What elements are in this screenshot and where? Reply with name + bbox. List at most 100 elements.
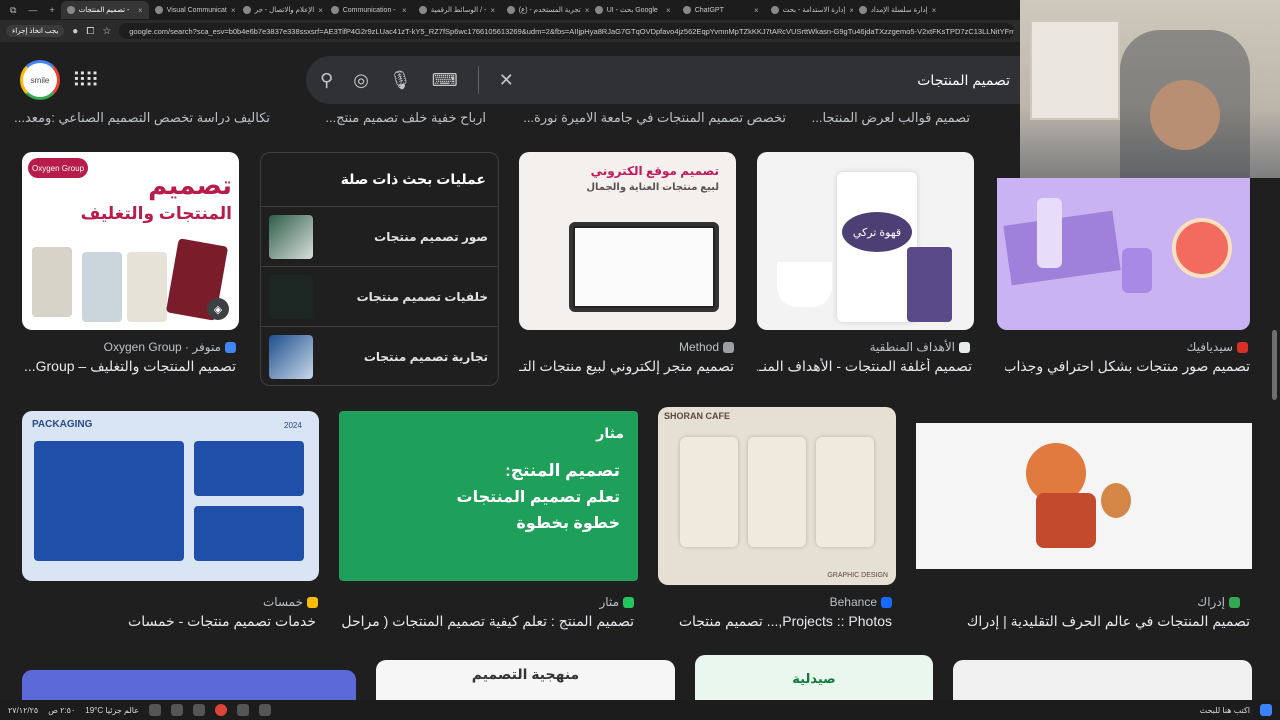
favicon-icon [594,6,603,14]
result-title[interactable]: تصميم أغلفة المنتجات - الأهداف المنـ... [757,358,972,375]
tab[interactable]: تجربة المستخدم - (ع) × [501,1,589,19]
tab-label: تصميم المنتجات - [78,7,130,14]
package-mockup [194,441,304,496]
app-icon[interactable] [149,704,162,716]
search-input[interactable]: تصميم المنتجات [917,72,1010,89]
related-item[interactable]: تجارية تصميم منتجات [261,327,498,387]
keyboard-icon[interactable]: ⌨ [432,70,458,91]
scrollbar[interactable] [1272,330,1277,400]
chrome-icon[interactable] [215,704,228,716]
image-result-oxygen[interactable]: Oxygen Group تصميم المنتجات والتغليف ◈ [22,152,239,330]
window-menu-icon[interactable]: ⧉ [4,5,22,16]
image-result-partial[interactable]: منهجية التصميم [376,660,675,700]
lens-icon[interactable]: ◎ [353,70,369,91]
result-source[interactable]: Method [679,340,734,354]
app-icon[interactable] [259,704,272,716]
minimize-icon[interactable]: — [22,5,43,15]
result-source[interactable]: Behance [830,595,892,609]
close-icon[interactable]: × [932,6,937,15]
thumb-subtitle: خطوة بخطوة [516,515,620,532]
result-title[interactable]: Projects :: Photos,... تصميم منتجات [656,613,892,630]
tab[interactable]: الوسائط الرقمية / - × [413,1,501,19]
avatar[interactable]: smile [20,60,60,100]
result-title[interactable]: تصميم المنتج : تعلم كيفية تصميم المنتجات… [339,613,634,630]
result-title[interactable]: تصميم متجر إلكتروني لبيع منتجات التـ... [519,358,734,375]
close-icon[interactable]: × [318,6,323,15]
result-source[interactable]: إدراك [1197,595,1240,609]
app-icon[interactable] [171,704,184,716]
tab[interactable]: Visual Communicat × [149,1,237,19]
search-box[interactable]: تصميم المنتجات ⚲ ◎ 🎙 ⌨ ✕ [306,56,1026,104]
result-source[interactable]: خمسات [263,595,318,609]
image-result-coffee[interactable]: قهوة تركي [757,152,974,330]
tab[interactable]: UI - بحث Google × [589,1,677,19]
image-result-mathar[interactable]: مثار تصميم المنتج: تعلم تصميم المنتجات خ… [339,411,638,581]
app-icon[interactable] [193,704,206,716]
result-title[interactable]: تصميم المنتجات والتغليف – Group... [21,358,236,375]
tab-label: إدارة سلسلة الإمداد [870,7,928,14]
close-icon[interactable]: × [138,6,143,15]
image-result-partial[interactable]: صيدلية [695,655,933,700]
image-result-partial[interactable] [22,670,356,700]
grapefruit [1172,218,1232,278]
related-item[interactable]: صور تصميم منتجات [261,207,498,267]
result-title[interactable]: ارباح خفية خلف تصميم منتج... [325,110,486,126]
result-source[interactable]: مثار [600,595,634,609]
related-label: تجارية تصميم منتجات [363,350,488,364]
coffee-cup [777,262,832,307]
close-icon[interactable]: × [754,6,759,15]
tab[interactable]: إدارة الاستدامة - بحث × [765,1,853,19]
update-button[interactable]: يجب اتخاذ إجراء [6,25,65,37]
image-result-idraak[interactable] [916,423,1252,569]
result-source[interactable]: الأهداف المنطقية [870,340,970,354]
package-mockup [34,441,184,561]
profile-icon[interactable]: ● [72,26,78,37]
taskbar-search[interactable]: اكتب هنا للبحث [1200,706,1250,715]
thumb-label: PACKAGING [32,419,93,430]
related-item[interactable]: خلفيات تصميم منتجات [261,267,498,327]
taskbar-time: ٢:٥٠ ص [48,705,76,715]
close-icon[interactable]: × [402,6,407,15]
tab-label: Visual Communicat [166,6,227,14]
new-tab-icon[interactable]: + [43,5,60,15]
image-result-packaging[interactable]: PACKAGING 2024 [22,411,319,581]
extensions-icon[interactable]: ⧠ [86,26,94,37]
related-label: صور تصميم منتجات [374,229,488,244]
url-field[interactable]: google.com/search?sca_esv=b0b4e6b7e3837e… [119,23,1014,39]
product-bottle [1037,198,1062,268]
close-icon[interactable]: × [666,6,671,15]
app-icon[interactable] [237,704,250,716]
image-result-purple-products[interactable] [997,178,1250,330]
tab[interactable]: الإعلام والاتصال - جر × [237,1,325,19]
clear-icon[interactable]: ✕ [499,70,514,91]
tab[interactable]: ChatGPT × [677,1,765,19]
tab[interactable]: Communication - × [325,1,413,19]
windows-start-icon[interactable] [1260,704,1272,716]
close-icon[interactable]: × [490,6,495,15]
weather-label: 19°C عالم جزئيا [85,705,140,715]
microphone-icon[interactable]: 🎙 [389,70,412,91]
tab-active[interactable]: تصميم المنتجات - × [60,1,149,19]
thumb-subtitle: المنتجات والتغليف [80,204,232,223]
close-icon[interactable]: × [231,6,236,15]
result-title[interactable]: تخصص تصميم المنتجات في جامعة الاميرة نور… [523,110,786,126]
favicon-icon [154,6,163,14]
result-source[interactable]: سيديافيك [1187,340,1248,354]
image-result-method[interactable]: تصميم موقع الكتروني لبيع منتجات العناية … [519,152,736,330]
tab[interactable]: إدارة سلسلة الإمداد × [853,1,941,19]
image-result-shoran[interactable]: SHORAN CAFE GRAPHIC DESIGN [658,407,896,585]
result-title[interactable]: تصميم المنتجات في عالم الحرف التقليدية |… [920,613,1250,630]
result-title[interactable]: تكاليف دراسة تخصص التصميم الصناعي :ومعد.… [14,110,270,126]
result-title[interactable]: تصميم قوالب لعرض المنتجا... [812,110,970,126]
search-icon[interactable]: ⚲ [320,70,333,91]
favicon-icon [858,6,867,14]
result-title[interactable]: خدمات تصميم منتجات - خمسات [21,613,316,630]
coffee-bag [680,437,738,547]
result-title[interactable]: تصميم صور منتجات بشكل احترافي وجذاب ... [1005,358,1250,375]
result-source[interactable]: متوفر · Oxygen Group [104,340,236,354]
related-label: خلفيات تصميم منتجات [356,289,488,304]
apps-grid-icon[interactable]: ⠿⠿ [72,68,99,93]
coffee-bag [748,437,806,547]
image-result-partial[interactable] [953,660,1252,700]
bookmark-star-icon[interactable]: ☆ [102,26,111,37]
